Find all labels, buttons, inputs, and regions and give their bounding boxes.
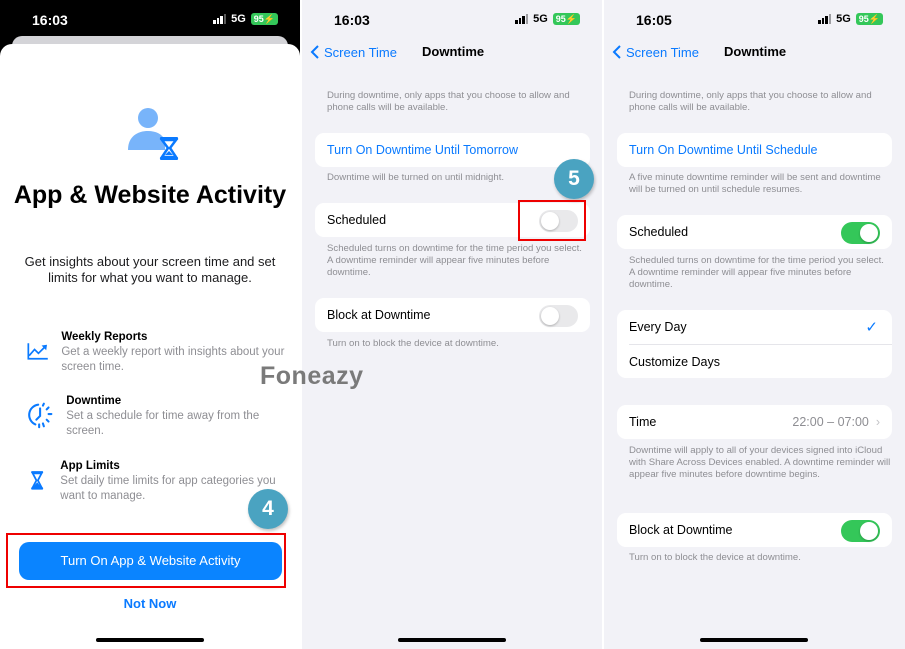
hourglass-icon (31, 471, 44, 490)
back-button[interactable]: Screen Time (612, 44, 699, 60)
time-note: Downtime will apply to all of your devic… (629, 445, 891, 480)
turn-on-downtime-link[interactable]: Turn On Downtime Until Tomorrow (315, 133, 590, 167)
screen-app-website-activity: 16:03 5G 95⚡ App & Website Activity Get … (0, 0, 300, 649)
turn-on-note: Downtime will be turned on until midnigh… (327, 172, 505, 183)
time-label: Time (629, 415, 657, 429)
status-bar: 16:03 5G 95⚡ (302, 0, 602, 40)
page-subtitle: Get insights about your screen time and … (24, 254, 276, 285)
home-indicator (96, 638, 204, 642)
feature-title: Downtime (66, 395, 122, 407)
block-card: Block at Downtime (315, 298, 590, 332)
chevron-left-icon (310, 45, 319, 59)
network-type: 5G (533, 13, 548, 25)
back-label: Screen Time (626, 44, 699, 60)
feature-downtime: Downtime Set a schedule for time away fr… (26, 394, 286, 439)
scheduled-note: Scheduled turns on downtime for the time… (327, 243, 582, 278)
option-label: Every Day (629, 320, 687, 334)
downtime-clock-icon (28, 402, 53, 429)
feature-title: App Limits (60, 460, 120, 472)
screen-downtime-on: 16:05 5G 95⚡ Screen Time Downtime During… (604, 0, 905, 649)
block-at-downtime-toggle[interactable] (539, 305, 578, 327)
back-label: Screen Time (324, 44, 397, 60)
feature-title: Weekly Reports (61, 331, 148, 343)
highlight-box (518, 200, 586, 241)
cellular-signal-icon (213, 14, 227, 24)
scheduled-label: Scheduled (327, 213, 387, 227)
option-label: Customize Days (629, 354, 720, 369)
block-row: Block at Downtime (315, 298, 590, 332)
feature-weekly-reports: Weekly Reports Get a weekly report with … (26, 330, 286, 375)
turn-on-card: Turn On Downtime Until Schedule (617, 133, 892, 167)
time-row[interactable]: Time 22:00 – 07:00 › (617, 405, 892, 439)
turn-on-downtime-link[interactable]: Turn On Downtime Until Schedule (617, 133, 892, 167)
scheduled-toggle[interactable] (841, 222, 880, 244)
home-indicator (398, 638, 506, 642)
status-time: 16:03 (334, 12, 370, 28)
every-day-option[interactable]: Every Day ✓ (617, 310, 892, 344)
cellular-signal-icon (515, 14, 529, 24)
block-label: Block at Downtime (327, 308, 431, 322)
turn-on-card: Turn On Downtime Until Tomorrow (315, 133, 590, 167)
block-card: Block at Downtime (617, 513, 892, 547)
nav-title: Downtime (724, 44, 787, 59)
feature-description: Set a schedule for time away from the sc… (66, 410, 260, 437)
block-note: Turn on to block the device at downtime. (629, 552, 801, 563)
feature-description: Get a weekly report with insights about … (61, 346, 285, 373)
status-time: 16:03 (32, 12, 68, 28)
home-indicator (700, 638, 808, 642)
step-badge-4: 4 (248, 489, 288, 529)
turn-on-note: A five minute downtime reminder will be … (629, 172, 881, 195)
chart-trend-icon (27, 343, 48, 360)
battery-icon: 95⚡ (250, 13, 278, 25)
screen-downtime-off: 16:03 5G 95⚡ Screen Time Downtime During… (302, 0, 602, 649)
feature-app-limits: App Limits Set daily time limits for app… (26, 459, 286, 504)
step-badge-5: 5 (554, 159, 594, 199)
scheduled-card: Scheduled (617, 215, 892, 249)
not-now-button[interactable]: Not Now (0, 596, 300, 611)
screen-time-user-hourglass-icon (128, 108, 179, 160)
days-card: Every Day ✓ Customize Days (617, 310, 892, 378)
checkmark-icon: ✓ (865, 319, 878, 336)
battery-icon: 95⚡ (855, 13, 883, 25)
scheduled-row: Scheduled (617, 215, 892, 249)
turn-on-activity-button[interactable]: Turn On App & Website Activity (19, 542, 282, 580)
block-label: Block at Downtime (629, 523, 733, 537)
cellular-signal-icon (818, 14, 832, 24)
watermark: Foneazy (260, 362, 364, 390)
customize-days-option[interactable]: Customize Days (629, 344, 892, 378)
block-at-downtime-toggle[interactable] (841, 520, 880, 542)
navigation-bar: Screen Time Downtime (302, 44, 602, 64)
network-type: 5G (231, 13, 246, 25)
intro-note: During downtime, only apps that you choo… (327, 90, 570, 113)
block-row: Block at Downtime (617, 513, 892, 547)
time-value: 22:00 – 07:00 › (792, 415, 880, 429)
nav-title: Downtime (422, 44, 485, 59)
status-bar: 16:03 5G 95⚡ (0, 0, 300, 40)
back-button[interactable]: Screen Time (310, 44, 397, 60)
intro-note: During downtime, only apps that you choo… (629, 90, 872, 113)
scheduled-note: Scheduled turns on downtime for the time… (629, 255, 884, 290)
block-note: Turn on to block the device at downtime. (327, 338, 499, 349)
status-time: 16:05 (636, 12, 672, 28)
navigation-bar: Screen Time Downtime (604, 44, 905, 64)
page-title: App & Website Activity (13, 181, 287, 209)
battery-icon: 95⚡ (552, 13, 580, 25)
network-type: 5G (836, 13, 851, 25)
chevron-right-icon: › (875, 415, 880, 429)
scheduled-label: Scheduled (629, 225, 689, 239)
time-card: Time 22:00 – 07:00 › (617, 405, 892, 439)
chevron-left-icon (612, 45, 621, 59)
status-bar: 16:05 5G 95⚡ (604, 0, 905, 40)
